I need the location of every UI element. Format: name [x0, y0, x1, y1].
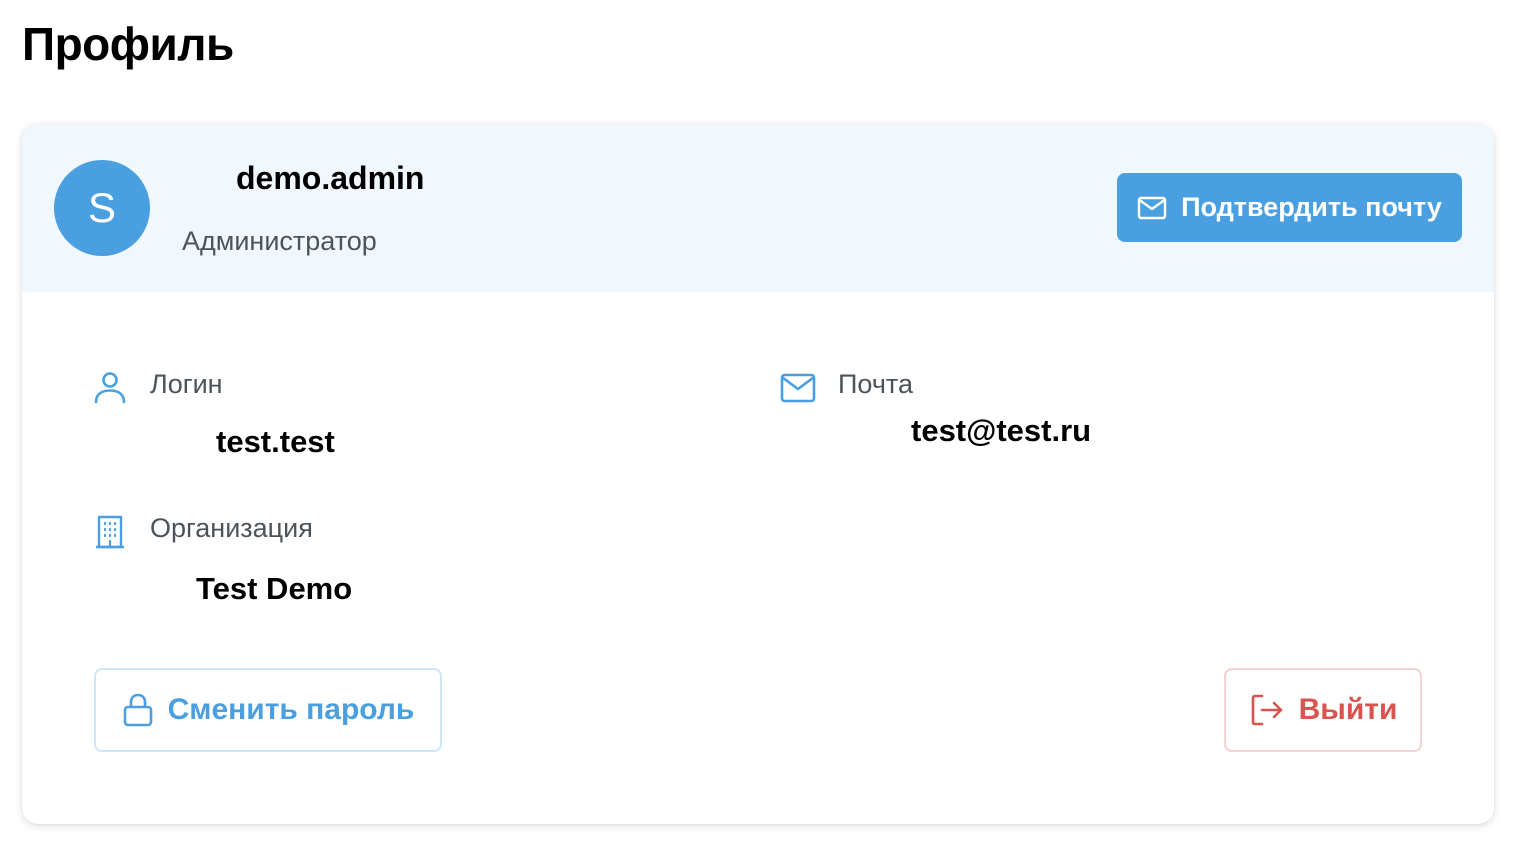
- user-role: Администратор: [182, 226, 377, 256]
- logout-icon: [1249, 692, 1285, 728]
- organization-label: Организация: [150, 513, 313, 543]
- profile-card: S demo.admin Администратор Подтвердить п…: [22, 124, 1494, 824]
- confirm-email-button[interactable]: Подтвердить почту: [1117, 173, 1462, 242]
- avatar: S: [54, 160, 150, 256]
- confirm-email-label: Подтвердить почту: [1181, 192, 1442, 222]
- change-password-button[interactable]: Сменить пароль: [94, 668, 442, 752]
- organization-value: Test Demo: [196, 571, 353, 606]
- lock-icon: [122, 692, 154, 728]
- change-password-label: Сменить пароль: [167, 693, 415, 726]
- login-value: test.test: [216, 424, 335, 459]
- profile-header: S demo.admin Администратор Подтвердить п…: [22, 124, 1494, 292]
- username: demo.admin: [236, 160, 425, 196]
- logout-label: Выйти: [1298, 693, 1398, 726]
- email-label: Почта: [838, 369, 913, 399]
- user-icon: [92, 370, 128, 406]
- mail-icon: [780, 372, 816, 404]
- logout-button[interactable]: Выйти: [1224, 668, 1422, 752]
- building-icon: [94, 514, 126, 550]
- email-value: test@test.ru: [911, 413, 1092, 448]
- page-title: Профиль: [22, 18, 234, 70]
- mail-icon: [1137, 195, 1167, 221]
- login-label: Логин: [150, 369, 223, 399]
